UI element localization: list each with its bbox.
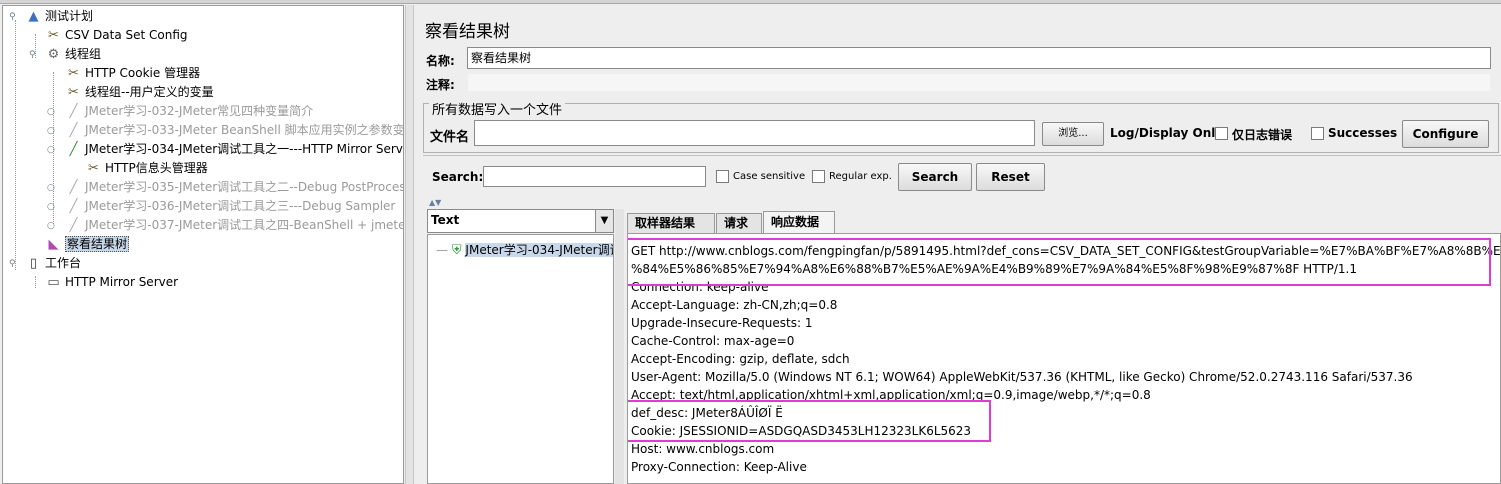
tree-node-sampler-036[interactable]: ╱ JMeter学习-036-JMeter调试工具之三---Debug Sampl… (65, 197, 396, 216)
expand-toggle[interactable]: ○ (47, 126, 55, 136)
results-splitter[interactable] (615, 209, 624, 484)
pipette-icon: ╱ (69, 180, 78, 195)
tree-node-sampler-034[interactable]: ╱ JMeter学习-034-JMeter调试工具之一---HTTP Mirror… (65, 140, 403, 159)
scissors-icon: ✂ (68, 66, 79, 81)
separator (423, 155, 1501, 157)
tree-node-csv-config[interactable]: ✂ CSV Data Set Config (45, 26, 187, 45)
scissors-icon: ✂ (68, 85, 79, 100)
chevron-down-icon[interactable]: ▼ (595, 210, 613, 232)
tree-node-view-results-tree[interactable]: ◣ 察看结果树 (45, 235, 130, 254)
name-label: 名称: (426, 54, 455, 68)
expand-toggle[interactable]: ○ (47, 107, 55, 117)
collapse-toggle[interactable]: ⚲ (9, 259, 16, 269)
comment-field[interactable] (467, 73, 1491, 92)
tab-sampler-result[interactable]: 取样器结果 (627, 213, 715, 233)
tree-node-mirror-server[interactable]: ▭ HTTP Mirror Server (45, 273, 178, 292)
chart-icon: ◣ (48, 237, 59, 252)
successes-label: Successes (1328, 126, 1398, 140)
file-name-label: 文件名 (430, 130, 470, 145)
scissors-icon: ✂ (88, 161, 99, 176)
server-icon: ▭ (47, 275, 60, 290)
flask-icon: ▲ (28, 9, 39, 24)
panel-title: 察看结果树 (425, 22, 510, 42)
search-button[interactable]: Search (898, 163, 972, 191)
comment-label: 注释: (426, 78, 455, 92)
collapse-toggle[interactable]: ⚲ (29, 50, 36, 60)
search-label: Search: (432, 170, 484, 184)
response-line: Proxy-Connection: Keep-Alive (631, 460, 807, 474)
test-plan-tree[interactable]: ⚲ ▲ 测试计划 ✂ CSV Data Set Config ⚲ ⚙ 线程组 ✂ HTT… (2, 5, 404, 484)
top-toolbar-strip (0, 0, 1501, 4)
search-input[interactable] (483, 166, 706, 187)
response-line: Upgrade-Insecure-Requests: 1 (631, 316, 813, 330)
split-arrows-icon[interactable]: ▲▼ (429, 198, 441, 207)
result-list[interactable]: — ⛨ JMeter学习-034-JMeter调试 (427, 234, 614, 484)
case-sensitive-checkbox[interactable] (716, 170, 729, 183)
renderer-value: Text (431, 213, 460, 227)
response-line: Accept-Language: zh-CN,zh;q=0.8 (631, 298, 838, 312)
expand-toggle[interactable]: ○ (47, 202, 55, 212)
pipette-icon: ╱ (69, 199, 78, 214)
scissors-icon: ✂ (48, 28, 59, 43)
response-line: Cache-Control: max-age=0 (631, 334, 795, 348)
tree-node-sampler-033[interactable]: ╱ JMeter学习-033-JMeter BeanShell 脚本应用实例之参数… (65, 121, 403, 140)
gear-icon: ⚙ (47, 47, 60, 62)
reset-button[interactable]: Reset (976, 163, 1045, 191)
case-sensitive-label: Case sensitive (733, 171, 806, 182)
collapse-toggle[interactable]: ○ (47, 145, 55, 155)
highlight-box-request-line (628, 238, 1491, 286)
highlight-box-custom-headers (628, 400, 991, 442)
browse-button[interactable]: 浏览... (1042, 122, 1104, 146)
response-text-area[interactable]: GET http://www.cnblogs.com/fengpingfan/p… (627, 233, 1501, 484)
collapse-toggle[interactable]: ⚲ (9, 12, 16, 22)
pipette-icon: ╱ (69, 142, 78, 157)
response-line: Host: www.cnblogs.com (631, 442, 775, 456)
errors-only-label: 仅日志错误 (1232, 128, 1293, 142)
regex-label: Regular exp. (829, 171, 892, 182)
group-title: 所有数据写入一个文件 (429, 99, 566, 118)
tree-node-cookie-manager[interactable]: ✂ HTTP Cookie 管理器 (65, 64, 200, 83)
tab-request[interactable]: 请求 (716, 213, 762, 233)
workbench-icon: ▯ (29, 256, 38, 271)
tree-node-sampler-037[interactable]: ╱ JMeter学习-037-JMeter调试工具之四-BeanShell + j… (65, 216, 403, 235)
main-splitter[interactable] (405, 5, 414, 484)
tree-node-thread-group[interactable]: ⚙ 线程组 (45, 45, 101, 64)
tree-node-header-manager[interactable]: ✂ HTTP信息头管理器 (85, 159, 208, 178)
pipette-icon: ╱ (69, 123, 78, 138)
successes-checkbox[interactable] (1311, 127, 1324, 140)
name-field[interactable]: 察看结果树 (467, 47, 1491, 69)
result-item-label: JMeter学习-034-JMeter调试 (465, 243, 613, 257)
tree-node-workbench[interactable]: ▯ 工作台 (25, 254, 81, 273)
expand-toggle[interactable]: ○ (47, 183, 55, 193)
result-item[interactable]: — ⛨ JMeter学习-034-JMeter调试 (436, 241, 613, 258)
pipette-icon: ╱ (69, 218, 78, 233)
pipette-icon: ╱ (69, 104, 78, 119)
tab-response-data[interactable]: 响应数据 (763, 211, 835, 233)
tree-node-sampler-035[interactable]: ╱ JMeter学习-035-JMeter调试工具之二--Debug PostPr… (65, 178, 403, 197)
log-display-label: Log/Display Only: (1110, 126, 1228, 140)
configure-button[interactable]: Configure (1402, 120, 1489, 148)
expand-toggle[interactable]: ○ (47, 221, 55, 231)
tree-node-sampler-032[interactable]: ╱ JMeter学习-032-JMeter常见四种变量简介 (65, 102, 314, 121)
view-results-tree-panel: 察看结果树 名称: 察看结果树 注释: 所有数据写入一个文件 文件名 浏览...… (415, 5, 1501, 484)
regex-checkbox[interactable] (812, 170, 825, 183)
tree-node-user-vars[interactable]: ✂ 线程组--用户定义的变量 (65, 83, 214, 102)
errors-only-checkbox[interactable] (1215, 127, 1228, 140)
tree-node-test-plan[interactable]: ▲ 测试计划 (25, 7, 94, 26)
response-line: Accept-Encoding: gzip, deflate, sdch (631, 352, 850, 366)
response-line: User-Agent: Mozilla/5.0 (Windows NT 6.1;… (631, 370, 1413, 384)
file-name-input[interactable] (474, 120, 1035, 146)
renderer-select[interactable]: Text ▼ (427, 209, 614, 233)
shield-check-icon: ⛨ (451, 243, 462, 258)
